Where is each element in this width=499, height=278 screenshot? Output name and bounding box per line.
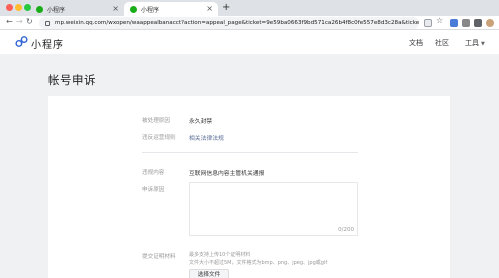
browser-tab-bar: 小程序 × 小程序 × + [0, 0, 499, 16]
upload-hint: 文件大小不超过5M，文件格式为bmp、png、jpeg、jpg或gif [189, 260, 328, 266]
appeal-reason-textarea[interactable]: 0/200 [189, 182, 358, 236]
browser-tab-2[interactable]: 小程序 × [124, 2, 218, 16]
form-value: 互联网信息内容主管机关通报 [189, 171, 265, 177]
form-label: 违反运营规则 [142, 135, 176, 141]
profile-avatar-icon[interactable] [486, 19, 494, 27]
browser-toolbar: ← → ↻ mp.weixin.qq.com/wxopen/waappealba… [0, 16, 499, 30]
wechat-favicon-icon [130, 5, 137, 13]
tab-close-icon[interactable]: × [112, 4, 119, 13]
puzzle-icon[interactable] [474, 19, 482, 27]
tab-close-icon[interactable]: × [206, 4, 213, 13]
extension-icon[interactable] [462, 19, 470, 27]
wechat-favicon-icon [36, 5, 43, 13]
form-divider [142, 152, 358, 153]
translate-icon[interactable] [424, 19, 432, 27]
form-label: 申诉原因 [142, 187, 165, 193]
upload-hint: 最多支持上传10个证明材料 [189, 252, 251, 258]
logo-text[interactable]: 小程序 [31, 36, 64, 51]
form-label: 提交证明材料 [142, 254, 176, 260]
minimize-window-button[interactable] [15, 4, 22, 11]
nav-tools-label: 工具 [465, 39, 479, 47]
address-bar[interactable]: mp.weixin.qq.com/wxopen/waappealbanacct?… [39, 17, 419, 29]
form-value: 永久封禁 [189, 119, 213, 125]
choose-file-button[interactable]: 选择文件 [189, 269, 229, 278]
nav-community-link[interactable]: 社区 [435, 38, 449, 48]
form-label: 被处理原因 [142, 118, 170, 124]
address-url: mp.weixin.qq.com/wxopen/waappealbanacct?… [55, 20, 419, 26]
reload-icon[interactable]: ↻ [26, 17, 33, 26]
extension-icon[interactable] [450, 19, 458, 27]
close-window-button[interactable] [6, 4, 13, 11]
rule-link[interactable]: 相关法律法规 [189, 133, 224, 142]
nav-docs-link[interactable]: 文档 [409, 38, 423, 48]
back-arrow-icon[interactable]: ← [6, 17, 13, 26]
star-icon[interactable]: ☆ [436, 16, 444, 25]
mini-program-logo-icon [15, 36, 28, 47]
chevron-down-icon: ▼ [481, 41, 485, 47]
browser-tab-1[interactable]: 小程序 × [30, 2, 124, 16]
page-title: 帐号申诉 [48, 73, 96, 87]
nav-tools-menu[interactable]: 工具 ▼ [465, 38, 485, 48]
new-tab-icon[interactable]: + [222, 2, 230, 13]
form-label: 违规内容 [142, 170, 165, 176]
lock-icon [45, 20, 50, 26]
site-header: 小程序 文档 社区 工具 ▼ [0, 30, 499, 54]
character-counter: 0/200 [338, 227, 354, 233]
forward-arrow-icon[interactable]: → [16, 17, 23, 26]
